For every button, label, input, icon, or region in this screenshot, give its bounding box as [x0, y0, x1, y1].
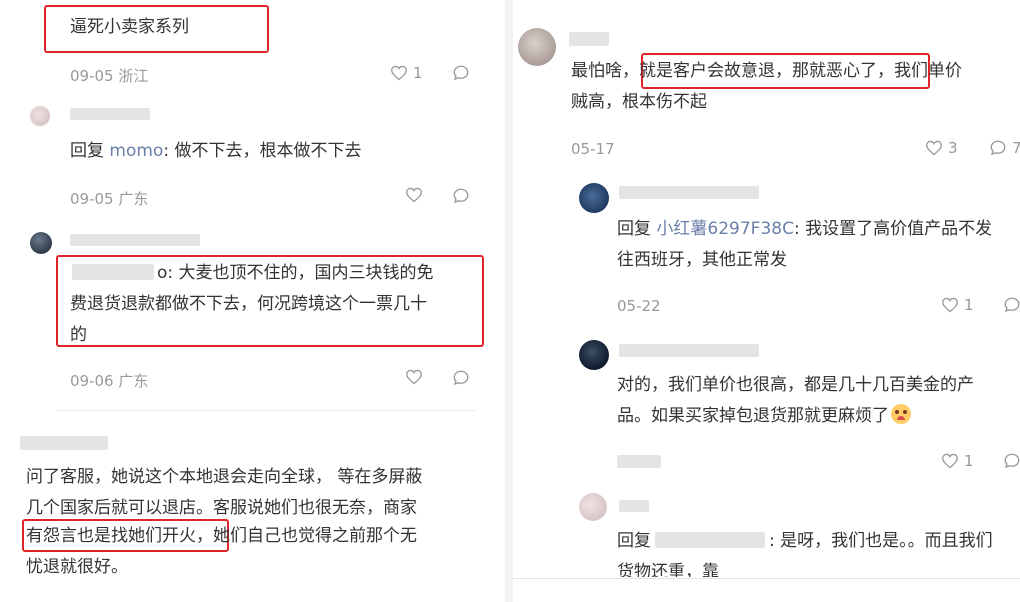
avatar[interactable]: [518, 28, 556, 66]
comment-text-line: 有怨言也是找她们开火，她们自己也觉得之前那个无: [26, 521, 417, 552]
comment-count: 7: [1012, 139, 1020, 157]
reply-button[interactable]: [452, 64, 470, 82]
panel-gap: [505, 0, 513, 602]
blurred-username: [20, 436, 108, 450]
comment-divider: [56, 410, 476, 411]
avatar[interactable]: [579, 340, 609, 370]
comment-bubble-icon: [452, 64, 470, 82]
highlighted-text: 就是客户会故意退，那就恶心了，: [639, 61, 894, 81]
like-count: 1: [964, 452, 974, 470]
heart-icon: [925, 140, 943, 156]
comment-text: 最怕啥，: [571, 61, 639, 81]
reply-prefix: 回复: [70, 141, 110, 161]
reply-button[interactable]: [1003, 452, 1020, 470]
reply-text-line: o: 大麦也顶不住的，国内三块钱的免: [157, 258, 434, 289]
reply-button[interactable]: 7: [989, 139, 1020, 157]
like-button[interactable]: [405, 369, 423, 385]
heart-icon: [390, 65, 408, 81]
reply-text-line: 回复 小红薯6297F38C: 我设置了高价值产品不发: [617, 214, 992, 245]
reply-body: : 我设置了高价值产品不发: [793, 219, 993, 239]
heart-icon: [941, 297, 959, 313]
comment-text: 逼死小卖家系列: [70, 17, 189, 37]
reply-body: 品。如果买家掉包退货那就更麻烦了: [617, 406, 889, 426]
blurred-username: [569, 32, 609, 46]
blurred-username: [619, 344, 759, 357]
reply-text-line: 品。如果买家掉包退货那就更麻烦了: [617, 401, 911, 432]
reply-button[interactable]: [1003, 296, 1020, 314]
comment-date-location: 09-06 广东: [70, 372, 149, 390]
reply-text-line: 的: [70, 325, 87, 345]
heart-icon: [405, 369, 423, 385]
comment-text-line: 问了客服，她说这个本地退会走向全球， 等在多屏蔽: [26, 467, 423, 487]
like-button[interactable]: [405, 187, 423, 203]
avatar[interactable]: [579, 183, 609, 213]
blurred-username: [70, 108, 150, 120]
like-count: 1: [964, 296, 974, 314]
reply-body: : 做不下去，根本做不下去: [163, 141, 362, 161]
comment-text: 我们单价: [894, 61, 962, 81]
comment-bubble-icon: [452, 187, 470, 205]
comment-date: 05-22: [617, 297, 661, 315]
blurred-username: [70, 234, 200, 246]
reply-prefix: 回复: [617, 219, 657, 239]
right-comment-panel: 最怕啥，就是客户会故意退，那就恶心了，我们单价 贼高，根本伤不起 05-17 3…: [513, 0, 1020, 602]
reply-text-line: 往西班牙，其他正常发: [617, 250, 787, 270]
avatar[interactable]: [579, 493, 607, 521]
reply-button[interactable]: [452, 187, 470, 205]
like-count: 3: [948, 139, 958, 157]
reply-text-line: 货物还重，靠: [617, 562, 719, 577]
like-button[interactable]: 3: [925, 139, 958, 157]
reply-prefix: 回复: [617, 531, 651, 551]
like-button[interactable]: 1: [390, 64, 423, 82]
mention-link[interactable]: momo: [109, 141, 163, 161]
comment-bubble-icon: [989, 139, 1007, 157]
heart-icon: [405, 187, 423, 203]
like-button[interactable]: 1: [941, 452, 974, 470]
blurred-mention: [655, 532, 765, 548]
blurred-mention: [72, 264, 154, 280]
like-button[interactable]: 1: [941, 296, 974, 314]
blurred-username: [619, 500, 649, 512]
comment-text: 她们自己也觉得之前那个无: [213, 526, 417, 546]
reply-text-line: 费退货退款都做不下去，何况跨境这个一票几十: [70, 294, 427, 314]
reply-body: : 大麦也顶不住的，国内三块钱的免: [167, 263, 434, 283]
comment-bubble-icon: [452, 369, 470, 387]
like-count: 1: [413, 64, 423, 82]
blurred-date: [617, 455, 661, 468]
left-comment-panel: 逼死小卖家系列 09-05 浙江 1 回复 momo: 做不下去，根本做不下去 …: [0, 0, 505, 602]
highlighted-text: 有怨言也是找她们开火，: [26, 526, 213, 546]
mention-link[interactable]: 小红薯6297F38C: [656, 219, 794, 239]
comment-date-location: 09-05 浙江: [70, 67, 149, 85]
crying-face-emoji-icon: [891, 404, 911, 424]
reply-button[interactable]: [452, 369, 470, 387]
name-suffix: o: [157, 263, 168, 283]
comment-bubble-icon: [1003, 452, 1020, 470]
reply-body: : 是呀，我们也是。。而且我们: [769, 531, 993, 551]
panel-bottom-divider: [513, 578, 1020, 579]
reply-text-line: 对的，我们单价也很高，都是几十几百美金的产: [617, 375, 974, 395]
comment-date: 05-17: [571, 140, 615, 158]
comment-text-line: 贼高，根本伤不起: [571, 92, 707, 112]
comment-bubble-icon: [1003, 296, 1020, 314]
avatar[interactable]: [30, 106, 50, 126]
reply-text-line: 回复 : 是呀，我们也是。。而且我们: [617, 526, 993, 557]
blurred-username: [619, 186, 759, 199]
comment-text-line: 忧退就很好。: [26, 557, 128, 577]
comment-text-line: 最怕啥，就是客户会故意退，那就恶心了，我们单价: [571, 56, 962, 87]
heart-icon: [941, 453, 959, 469]
comment-date-location: 09-05 广东: [70, 190, 149, 208]
reply-text: 回复 momo: 做不下去，根本做不下去: [70, 136, 361, 167]
avatar[interactable]: [30, 232, 52, 254]
